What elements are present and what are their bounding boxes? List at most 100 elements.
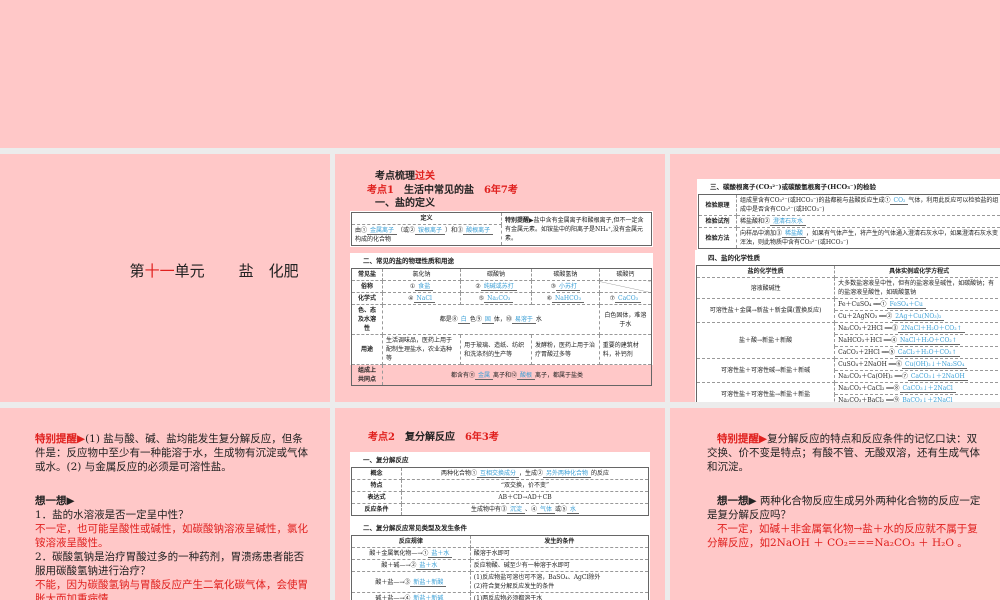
- answer-blank: 食盐: [415, 283, 434, 291]
- text: 十一: [144, 262, 175, 280]
- text: “双交换，价不变”: [401, 479, 649, 492]
- answer-blank: CaCl₂＋H₂O＋CO₂↑: [894, 349, 960, 357]
- text: Na₂CO₃＋BaCl₂ ══⑨: [838, 397, 900, 402]
- text: 生成物中有③: [470, 506, 507, 513]
- text: 概念: [351, 467, 402, 480]
- text: ④: [408, 295, 414, 302]
- section-title: 二、常见的盐的物理性质和用途: [363, 257, 454, 265]
- chem-property: 可溶性盐＋可溶性盐→新盐＋新盐: [695, 382, 836, 402]
- text: (1)反应物盐可溶也可不溶，BaSO₄、AgCl除外: [473, 574, 601, 581]
- tip-text: 特别提醒▶(1) 盐与酸、碱、盐均能发生复分解反应，但条件是：反应物中至少有一种…: [35, 433, 308, 473]
- text: CuSO₄＋2NaOH ══⑥: [838, 361, 902, 368]
- answer-blank: 纯碱或苏打: [480, 283, 517, 291]
- definition-box: 定义 特别提醒▶盐中含有金属离子和酸根离子,但不一定含有金属元素。如铵盐中的阳离…: [350, 211, 653, 247]
- text: 都含有⑪: [450, 371, 475, 379]
- text: 反应条件: [351, 503, 402, 516]
- answer-blank: 2NaCl＋H₂O＋CO₂↑: [897, 325, 965, 333]
- text: 1．盐的水溶液是否一定呈中性？: [35, 509, 189, 521]
- answer-blank: BaCO₃↓＋2NaCl: [899, 397, 956, 402]
- text: 组成上共同点: [351, 364, 383, 386]
- answer-blank: Na₂CO₃: [484, 295, 514, 303]
- double-decomposition-slide: 考点2 复分解反应 6年3考 一、复分解反应 概念 两种化合物① 互相交换成分 ，生成…: [335, 408, 665, 600]
- text: 稀盐酸和②: [740, 218, 771, 225]
- text: CaCO₃＋2HCl ══⑤: [838, 349, 895, 356]
- text: 发生的条件: [469, 535, 650, 548]
- salt-definition-slide: 考点梳理过关 考点1 生活中常见的盐 6年7考 一、盐的定义 定义 特别提醒▶盐…: [335, 154, 665, 402]
- text: 碳酸钙: [598, 268, 653, 281]
- reaction-condition: (1)两反应物必须都溶于水: [469, 592, 650, 600]
- subheading: 一、盐的定义: [375, 198, 435, 209]
- text: 俗称: [351, 280, 383, 293]
- reaction-condition: 酸溶于水即可: [469, 547, 650, 560]
- equation: Cu＋2AgNO₃ ══② 2Ag＋Cu(NO₃)₂: [834, 310, 1000, 323]
- answer-blank: 小苏打: [556, 283, 581, 291]
- text: 组成里含有CO₃²⁻(或HCO₃⁻)的盐都能与盐酸反应生成①: [740, 197, 891, 204]
- text: ⑥ NaHCO₃: [530, 292, 600, 305]
- text: 化学式: [351, 292, 383, 305]
- text: ）和③: [445, 227, 464, 234]
- answer-blank: CO₂: [890, 197, 909, 205]
- text: 生成物中有③ 沉淀 、④ 气体 或⑤ 水: [401, 503, 649, 516]
- text: 2．碳酸氢钠是治疗胃酸过多的一种药剂，胃溃疡患者能否服用碳酸氢钠进行治疗？: [35, 551, 305, 577]
- text: 稀盐酸和② 澄清石灰水: [736, 215, 1000, 228]
- text: 反应规律: [351, 535, 471, 548]
- answer-blank: CaCO₃↓＋2NaCl: [899, 385, 956, 393]
- think-section: 想一想▶ 两种化合物反应生成另外两种化合物的反应一定是复分解反应吗？ 不一定，如…: [707, 495, 981, 549]
- reaction-condition: 反应物酸、碱至少有一种溶于水即可: [469, 559, 650, 572]
- text: 复分解反应: [404, 432, 455, 443]
- text: ① 食盐: [381, 280, 462, 293]
- section-title: 三、碳酸根离子(CO₃²⁻)或碳酸氢根离子(HCO₃⁻)的检验: [710, 183, 877, 191]
- text: 组成里含有CO₃²⁻(或HCO₃⁻)的盐都能与盐酸反应生成① CO₂ 气体，利用此反…: [736, 194, 1000, 216]
- answer-blank: 气体: [537, 506, 556, 514]
- reaction-condition: (1)反应物盐可溶也可不溶，BaSO₄、AgCl除外 (2)符合复分解反应发生的条…: [469, 571, 650, 593]
- think-section: 想一想▶ 1．盐的水溶液是否一定呈中性？ 不一定，也可能呈酸性或碱性，如碳酸钠溶液…: [35, 494, 313, 600]
- text: 两种化合物① 互相交换成分 ，生成② 另外两种化合物 的反应: [401, 467, 649, 480]
- answer-blank: 新盐＋新酸: [410, 578, 447, 587]
- text: 酸溶于水即可: [473, 550, 510, 557]
- answer-blank: 金属: [474, 371, 493, 380]
- equation: Na₂CO₃＋BaCl₂ ══⑨ BaCO₃↓＋2NaCl: [834, 394, 1000, 402]
- equation: CuSO₄＋2NaOH ══⑥ Cu(OH)₂↓＋Na₂SO₄: [834, 358, 1000, 371]
- answer-blank: 水: [567, 506, 580, 514]
- text: 重要的建筑材料，补钙剂: [598, 334, 653, 365]
- text: 两种化合物①: [440, 470, 477, 477]
- answer-blank: 易溶于: [511, 316, 536, 324]
- text: 氯化钠: [381, 268, 462, 281]
- text: 发酵粉，医药上用于治疗胃酸过多等: [530, 334, 600, 365]
- text: Na₂CO₃＋Ca(OH)₂ ══⑦: [838, 373, 908, 380]
- text: 单元: [174, 262, 205, 280]
- text: 离子，都属于盐类: [535, 371, 584, 379]
- text: 用途: [351, 334, 383, 365]
- answer-blank: 稀盐酸: [782, 230, 807, 238]
- text: ⑦ CaCO₃: [598, 292, 653, 305]
- text: ②: [475, 283, 481, 290]
- equation: Fe＋CuSO₄ ══① FeSO₄＋Cu: [834, 298, 1000, 311]
- answer-blank: CaCO₃↓＋2NaOH: [907, 373, 968, 381]
- answer-blank: 新盐＋新碱: [410, 595, 447, 600]
- text: 色⑨: [469, 316, 482, 323]
- equation: Na₂CO₃＋2HCl ══③ 2NaCl＋H₂O＋CO₂↑: [834, 322, 1000, 335]
- chem-property: 可溶性盐＋可溶性碱→新盐＋新碱: [695, 358, 836, 383]
- def-header: 定义: [351, 212, 502, 225]
- decomposition-box: 一、复分解反应 概念 两种化合物① 互相交换成分 ，生成② 另外两种化合物 的反应 特点 “…: [350, 452, 650, 600]
- topic-heading: 考点2 复分解反应 6年3考: [368, 428, 499, 443]
- section-title: 四、盐的化学性质: [708, 254, 760, 262]
- text: 酸＋盐—→③: [375, 578, 411, 586]
- text: 盐的化学性质: [695, 265, 836, 278]
- tip-text: 特别提醒▶复分解反应的特点和反应条件的记忆口诀：双交换、价不变是特点；有酸不管、…: [707, 433, 980, 473]
- text: 体，⑩: [493, 316, 512, 323]
- text: 不能，因为碳酸氢钠与胃酸反应产生二氧化碳气体，会使胃胀大而加重病情。: [35, 579, 308, 600]
- text: 检验方法: [698, 227, 737, 249]
- text: Fe＋CuSO₄ ══①: [838, 301, 887, 308]
- text: 、④: [524, 506, 537, 513]
- answer-blank: 另外两种化合物: [543, 470, 592, 478]
- text: 向样品中滴加③: [740, 230, 783, 237]
- text: 由①: [355, 227, 368, 234]
- mnemonic-slide: 特别提醒▶复分解反应的特点和反应条件的记忆口诀：双交换、价不变是特点；有酸不管、…: [670, 408, 1000, 600]
- text: ③ 小苏打: [530, 280, 600, 293]
- answer-blank: 盐＋水: [416, 562, 441, 570]
- text: Cu＋2AgNO₃ ══②: [838, 313, 893, 320]
- answer-blank: 沉淀: [506, 506, 525, 514]
- reaction-type: 碱＋盐—→④ 新盐＋新碱: [351, 592, 471, 600]
- reminder-slide: 特别提醒▶(1) 盐与酸、碱、盐均能发生复分解反应，但条件是：反应物中至少有一种…: [0, 408, 330, 600]
